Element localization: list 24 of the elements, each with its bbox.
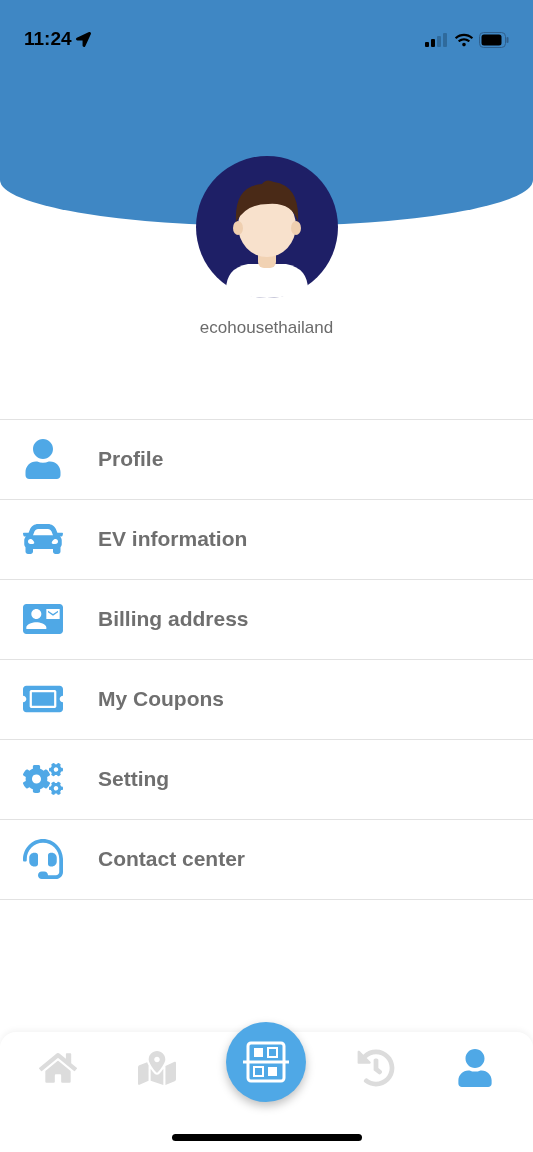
history-icon xyxy=(356,1049,395,1087)
battery-icon xyxy=(479,32,509,48)
location-icon xyxy=(75,31,91,47)
status-time: 11:24 xyxy=(24,27,72,51)
username: ecohousethailand xyxy=(199,317,334,339)
menu-item[interactable]: EV information xyxy=(0,499,533,580)
menu-item[interactable]: Billing address xyxy=(0,579,533,660)
menu-label: Contact center xyxy=(98,846,246,873)
menu-item[interactable]: My Coupons xyxy=(0,659,533,740)
person-icon xyxy=(23,439,63,479)
menu-label: EV information xyxy=(98,526,248,553)
menu-label: My Coupons xyxy=(98,686,224,713)
menu-label: Profile xyxy=(98,446,164,473)
scan-button[interactable] xyxy=(226,1022,307,1102)
menu-label: Billing address xyxy=(98,606,249,633)
menu-item[interactable]: Setting xyxy=(0,739,533,820)
wifi-icon xyxy=(455,31,473,49)
menu-label: Setting xyxy=(98,766,170,793)
scan-icon xyxy=(243,1041,290,1083)
menu-item[interactable]: Contact center xyxy=(0,819,533,900)
person-icon xyxy=(456,1049,495,1087)
menu-item[interactable]: Profile xyxy=(0,419,533,500)
map-icon xyxy=(138,1049,177,1087)
signal-icon xyxy=(425,33,449,47)
